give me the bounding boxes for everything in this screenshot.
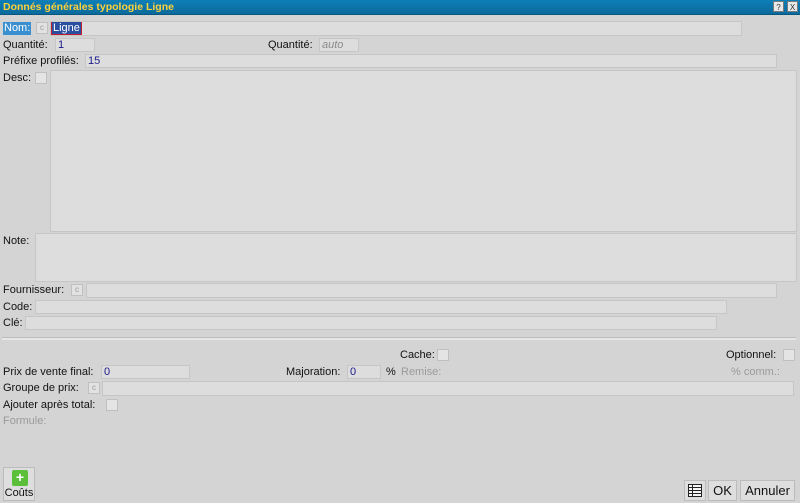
desc-textarea[interactable] <box>50 70 797 232</box>
majoration-label: Majoration: <box>286 366 341 378</box>
ajouter-label: Ajouter après total: <box>3 399 96 411</box>
section-divider <box>2 337 796 340</box>
nom-value: Ligne <box>51 22 82 35</box>
nom-c-button[interactable]: c <box>36 22 48 34</box>
help-button[interactable]: ? <box>773 1 784 12</box>
couts-label: Coûts <box>4 487 34 499</box>
groupe-prix-c-button[interactable]: c <box>88 382 100 394</box>
prix-vente-field[interactable]: 0 <box>101 365 190 379</box>
majoration-unit: % <box>386 366 396 378</box>
table-view-button[interactable] <box>684 480 706 501</box>
cache-checkbox[interactable] <box>437 349 449 361</box>
prefixe-field[interactable]: 15 <box>85 54 777 68</box>
cache-label: Cache: <box>400 349 435 361</box>
add-icon: + <box>12 470 28 486</box>
optionnel-checkbox[interactable] <box>783 349 795 361</box>
fournisseur-label: Fournisseur: <box>3 284 65 296</box>
quantite-auto-field[interactable]: auto <box>319 38 359 52</box>
close-button[interactable]: X <box>787 1 798 12</box>
quantite-label: Quantité: <box>3 39 48 51</box>
groupe-prix-label: Groupe de prix: <box>3 382 79 394</box>
title-bar: Donnés générales typologie Ligne ? X <box>0 0 800 15</box>
quantite-auto-label: Quantité: <box>268 39 313 51</box>
fournisseur-field[interactable] <box>86 283 777 298</box>
dialog-body: Nom: c Ligne Quantité: 1 Quantité: auto … <box>0 15 800 503</box>
majoration-field[interactable]: 0 <box>347 365 381 379</box>
prix-vente-label: Prix de vente final: <box>3 366 94 378</box>
nom-label: Nom: <box>3 22 32 35</box>
cle-field[interactable] <box>25 316 717 330</box>
cle-label: Clé: <box>3 317 23 329</box>
fournisseur-c-button[interactable]: c <box>71 284 83 296</box>
desc-toggle[interactable] <box>35 72 47 84</box>
prefixe-label: Préfixe profilés: <box>3 55 79 67</box>
couts-button[interactable]: + Coûts <box>3 467 35 501</box>
desc-label: Desc: <box>3 72 32 84</box>
code-field[interactable] <box>35 300 727 314</box>
quantite-field[interactable]: 1 <box>55 38 95 52</box>
groupe-prix-field[interactable] <box>102 381 794 396</box>
optionnel-label: Optionnel: <box>726 349 777 361</box>
comm-label: % comm.: <box>731 366 780 378</box>
note-label: Note: <box>3 235 30 247</box>
nom-field[interactable]: Ligne <box>50 21 742 36</box>
table-icon <box>688 484 702 497</box>
note-textarea[interactable] <box>35 233 797 282</box>
window-title: Donnés générales typologie Ligne <box>3 1 174 13</box>
code-label: Code: <box>3 301 33 313</box>
ok-button[interactable]: OK <box>708 480 737 501</box>
formule-label: Formule: <box>3 415 47 427</box>
ajouter-checkbox[interactable] <box>106 399 118 411</box>
remise-label: Remise: <box>401 366 442 378</box>
annuler-button[interactable]: Annuler <box>740 480 795 501</box>
